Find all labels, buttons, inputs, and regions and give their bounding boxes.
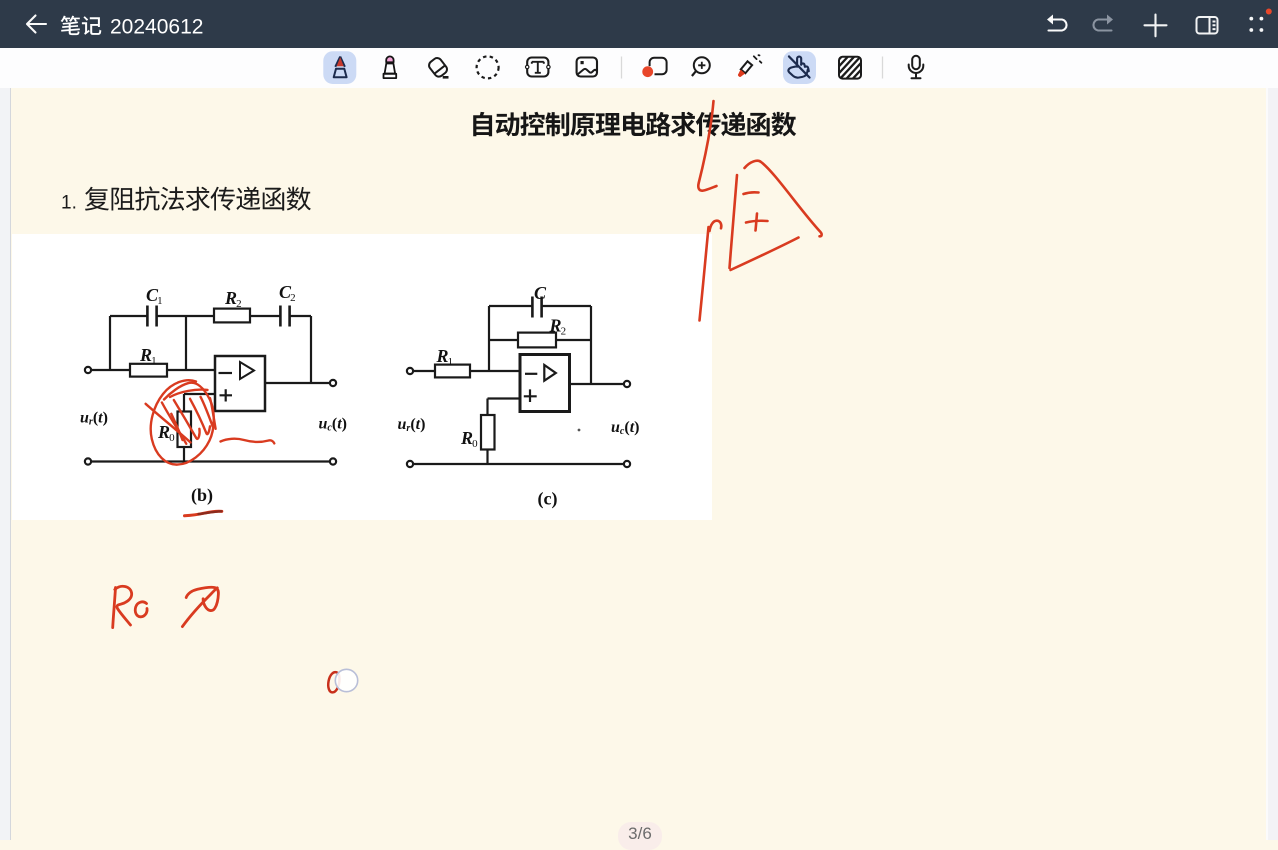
svg-text:R: R: [139, 345, 152, 365]
svg-text:ur(t): ur(t): [80, 410, 108, 428]
svg-text:uc(t): uc(t): [611, 419, 639, 437]
svg-text:C: C: [534, 283, 547, 303]
svg-text:R: R: [157, 422, 170, 442]
svg-text:R: R: [436, 346, 449, 366]
svg-text:20240612: 20240612: [110, 16, 203, 39]
svg-text:R: R: [549, 316, 562, 336]
svg-text:2: 2: [290, 292, 296, 304]
svg-text:0: 0: [472, 438, 478, 450]
svg-text:ur(t): ur(t): [398, 416, 426, 434]
svg-text:1.: 1.: [61, 193, 77, 214]
svg-text:2: 2: [561, 326, 567, 338]
svg-text:R: R: [224, 288, 237, 308]
svg-text:1: 1: [448, 356, 454, 368]
svg-text:uc(t): uc(t): [319, 416, 347, 434]
svg-text:1: 1: [157, 295, 163, 307]
svg-text:0: 0: [169, 432, 175, 444]
svg-text:2: 2: [236, 298, 242, 310]
svg-text:(c): (c): [538, 489, 558, 510]
svg-text:1: 1: [151, 355, 157, 367]
svg-text:R: R: [460, 428, 473, 448]
svg-text:(b): (b): [191, 485, 213, 506]
